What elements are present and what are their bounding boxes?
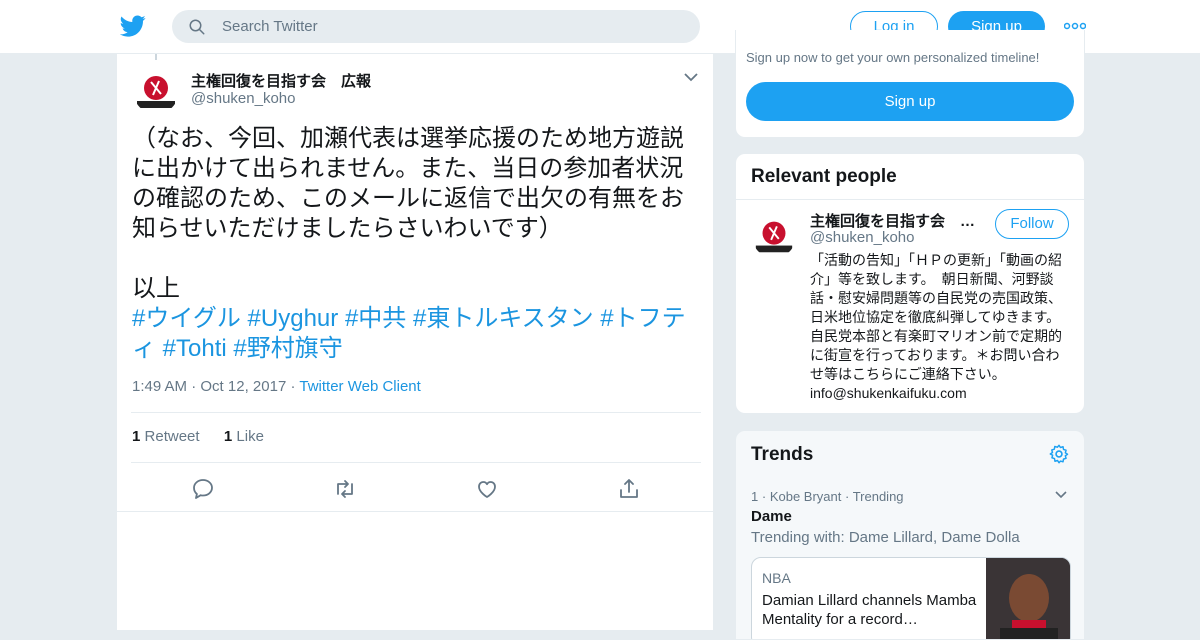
news-source: NBA: [762, 570, 791, 586]
relevant-people-title: Relevant people: [751, 166, 897, 187]
tweet-author-name[interactable]: 主権回復を目指す会 広報: [191, 70, 371, 91]
person-name[interactable]: 主権回復を目指す会 広報: [810, 210, 980, 231]
search-bar[interactable]: [172, 10, 700, 43]
like-count[interactable]: 1: [224, 428, 232, 445]
signup-card-button[interactable]: Sign up: [746, 82, 1074, 121]
avatar-logo-icon: [137, 76, 175, 108]
trend-related: Trending with: Dame Lillard, Dame Dolla: [751, 529, 1020, 546]
tweet-hashtags: #ウイグル #Uyghur #中共 #東トルキスタン #トフティ #Tohti …: [132, 304, 702, 364]
hashtag-link[interactable]: #ウイグル: [132, 305, 241, 332]
person-bio: 「活動の告知」「ＨＰの更新」「動画の紹介」等を致します。 朝日新聞、河野談話・慰…: [810, 252, 1068, 401]
like-stat-label[interactable]: Like: [236, 428, 264, 445]
avatar[interactable]: [133, 68, 179, 114]
avatar-logo-icon: [755, 221, 793, 253]
search-input[interactable]: [222, 10, 682, 43]
trend-metadata: 1 · Kobe Bryant · Trending: [751, 489, 904, 504]
relevant-people-card: Relevant people 主権回復を目指す会 広報 @shuken_koh…: [735, 153, 1085, 414]
tweet-column: 主権回復を目指す会 広報 @shuken_koho （なお、今回、加瀬代表は選挙…: [116, 54, 715, 630]
hashtag-link[interactable]: #野村旗守: [233, 335, 342, 362]
avatar[interactable]: [752, 214, 796, 258]
trends-card: Trends 1 · Kobe Bryant · Trending Dame T…: [735, 430, 1085, 640]
person-handle[interactable]: @shuken_koho: [810, 229, 914, 246]
retweet-count[interactable]: 1: [132, 428, 140, 445]
divider: [131, 462, 701, 463]
signup-card: Sign up now to get your own personalized…: [735, 30, 1085, 138]
hashtag-link[interactable]: #Uyghur: [248, 305, 339, 332]
divider: [117, 511, 715, 512]
thread-line: [155, 54, 157, 60]
tweet-client-link[interactable]: Twitter Web Client: [299, 378, 420, 395]
trend-name[interactable]: Dame: [751, 508, 792, 525]
hashtag-link[interactable]: #中共: [345, 305, 406, 332]
reply-icon[interactable]: [191, 477, 215, 501]
chevron-down-icon[interactable]: [683, 71, 699, 83]
tweet-time: 1:49 AM: [132, 378, 188, 395]
heart-icon[interactable]: [475, 477, 499, 501]
twitter-logo-icon[interactable]: [120, 13, 146, 39]
gear-icon[interactable]: [1048, 443, 1070, 465]
tweet-actions: [117, 474, 715, 504]
news-headline: Damian Lillard channels Mamba Mentality …: [762, 592, 977, 628]
tweet-text: （なお、今回、加瀬代表は選挙応援のため地方遊説に出かけて出られません。また、当日…: [132, 125, 684, 302]
trend-status: Trending: [852, 489, 904, 504]
tweet-stats: 1 Retweet 1 Like: [132, 428, 264, 445]
share-icon[interactable]: [617, 477, 641, 501]
chevron-down-icon[interactable]: [1054, 490, 1068, 500]
trend-rank: 1: [751, 489, 759, 504]
trend-context: Kobe Bryant: [769, 489, 842, 504]
news-thumbnail: [986, 558, 1070, 639]
trends-title: Trends: [751, 444, 814, 465]
tweet-author-handle[interactable]: @shuken_koho: [191, 90, 295, 107]
divider: [131, 412, 701, 413]
retweet-icon[interactable]: [333, 477, 357, 501]
search-icon: [189, 19, 205, 35]
hashtag-link[interactable]: #東トルキスタン: [413, 305, 594, 332]
divider: [736, 199, 1084, 200]
follow-button[interactable]: Follow: [995, 209, 1069, 239]
trend-news-card[interactable]: NBA Damian Lillard channels Mamba Mental…: [751, 557, 1071, 639]
tweet-metadata: 1:49 AM · Oct 12, 2017 · Twitter Web Cli…: [132, 378, 421, 395]
signup-prompt: Sign up now to get your own personalized…: [746, 50, 1040, 65]
tweet-date: Oct 12, 2017: [200, 378, 287, 395]
player-photo-icon: [986, 558, 1070, 639]
retweet-stat-label[interactable]: Retweet: [145, 428, 200, 445]
hashtag-link[interactable]: #Tohti: [163, 335, 227, 362]
